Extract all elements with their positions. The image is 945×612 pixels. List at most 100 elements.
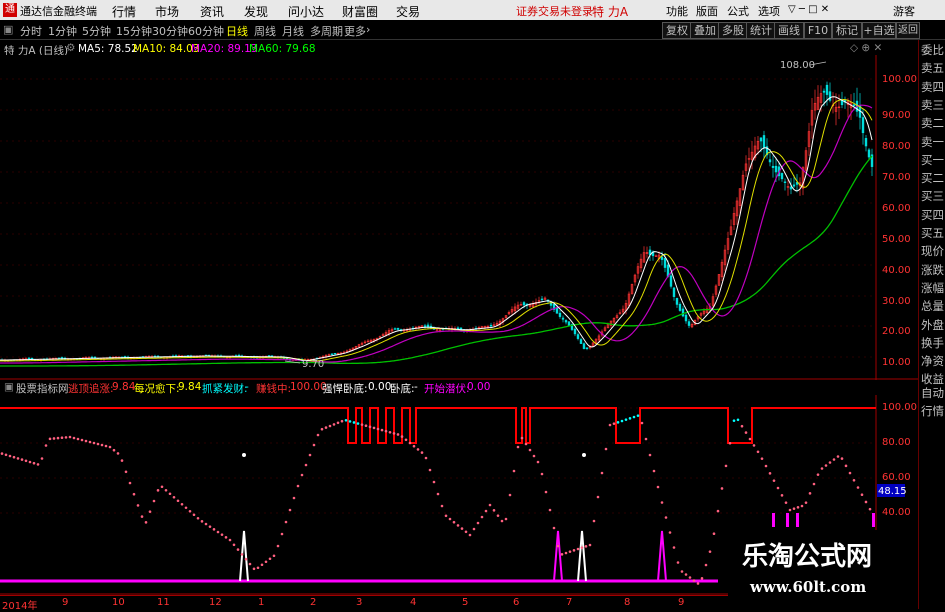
indicator-dot: [224, 536, 228, 539]
menu-wenxiaoda[interactable]: 问小达: [288, 3, 324, 20]
menu-gongshi[interactable]: 公式: [727, 3, 749, 19]
candle-body: [576, 334, 580, 339]
candle-body: [426, 324, 430, 328]
menu-banmian[interactable]: 版面: [696, 3, 718, 19]
period-more[interactable]: 更多: [344, 23, 366, 39]
side-panel-item[interactable]: 买四: [921, 206, 945, 224]
side-panel-item[interactable]: 卖三: [921, 96, 945, 114]
watermark-url: www.60lt.com: [750, 578, 867, 596]
side-panel-item[interactable]: 买五: [921, 224, 945, 242]
indicator-dot: [756, 450, 760, 454]
period-5min[interactable]: 5分钟: [82, 23, 111, 39]
kline-chart[interactable]: 108.00 9.70: [0, 55, 918, 380]
add-watchlist-button[interactable]: +自选: [862, 22, 896, 39]
menu-zixun[interactable]: 资讯: [200, 3, 224, 20]
menu-caifuquan[interactable]: 财富圈: [342, 3, 378, 20]
user-label[interactable]: 游客: [893, 3, 915, 19]
side-panel-item[interactable]: 外盘: [921, 316, 945, 334]
side-panel-item[interactable]: 净资: [921, 352, 945, 370]
period-1min[interactable]: 1分钟: [48, 23, 77, 39]
indicator-dot: [4, 453, 8, 457]
indicator-dot: [700, 577, 704, 580]
side-panel-item[interactable]: 现价: [921, 242, 945, 260]
multi-stock-button[interactable]: 多股: [718, 22, 748, 39]
candle-body: [771, 165, 775, 168]
side-panel-item[interactable]: 换手: [921, 334, 945, 352]
side-panel-item[interactable]: 买二: [921, 169, 945, 187]
side-panel-mode[interactable]: 行情: [921, 402, 945, 420]
period-60min[interactable]: 60分钟: [188, 23, 224, 39]
period-30min[interactable]: 30分钟: [152, 23, 188, 39]
indicator-dot: [576, 547, 580, 551]
side-panel-item[interactable]: 买三: [921, 187, 945, 205]
indicator-toggle-icon[interactable]: ▣: [4, 381, 14, 393]
f10-button[interactable]: F10: [804, 22, 832, 39]
indicator-dot: [840, 457, 844, 460]
date-label: 4: [410, 597, 417, 608]
side-panel-item[interactable]: 涨幅: [921, 279, 945, 297]
side-panel-item[interactable]: 卖五: [921, 59, 945, 77]
indicator-dot: [552, 526, 556, 530]
fuquan-button[interactable]: 复权: [662, 22, 692, 39]
menu-xuanxiang[interactable]: 选项: [758, 3, 780, 19]
chevron-right-icon[interactable]: ›: [366, 23, 370, 36]
date-label: 9: [678, 597, 685, 608]
indicator-name[interactable]: 股票指标网: [16, 381, 69, 396]
indicator-dot: [88, 440, 92, 444]
side-panel-item[interactable]: 总量: [921, 297, 945, 315]
indicator-dot: [536, 460, 540, 464]
period-fenshi[interactable]: 分时: [20, 23, 42, 39]
side-panel-item[interactable]: 卖一: [921, 133, 945, 151]
candle-body: [573, 328, 577, 335]
indicator-dot: [316, 433, 320, 437]
menu-faxian[interactable]: 发现: [244, 3, 268, 20]
indicator-dot: [532, 454, 536, 458]
indicator-dot: [836, 455, 840, 458]
period-weekly[interactable]: 周线: [254, 23, 276, 39]
statistics-button[interactable]: 统计: [746, 22, 776, 39]
indicator-dot: [228, 538, 232, 542]
side-panel-mode[interactable]: 自动: [921, 384, 945, 402]
ma10-label: MA10: 84.03: [133, 43, 200, 55]
chart-tools-icon[interactable]: ◇ ⊕ ✕: [850, 42, 882, 54]
axis-tick: 50.00: [882, 234, 911, 245]
menu-gongneng[interactable]: 功能: [666, 3, 688, 19]
indicator-dot: [804, 501, 808, 504]
period-multi[interactable]: 多周期: [310, 23, 343, 39]
quote-side-panel: 委比 卖五 卖四 卖三 卖二 卖一 买一 买二 买三 买四 买五 现价 涨跌 涨幅 总量 外盘 换手 净资 收益 自动…: [918, 40, 945, 609]
menu-shichang[interactable]: 市场: [155, 3, 179, 20]
side-panel-item[interactable]: 委比: [921, 41, 945, 59]
back-button[interactable]: 返回: [896, 22, 920, 39]
side-panel-item[interactable]: 卖二: [921, 114, 945, 132]
axis-tick: 20.00: [882, 326, 911, 337]
candle-body: [852, 104, 856, 107]
signal-dot: [242, 453, 246, 457]
login-notice[interactable]: 证券交易未登录: [516, 3, 593, 19]
draw-line-button[interactable]: 画线: [774, 22, 804, 39]
settings-icon[interactable]: ⚙: [66, 42, 75, 54]
mark-button[interactable]: 标记: [832, 22, 862, 39]
overlay-button[interactable]: 叠加: [690, 22, 720, 39]
side-panel-item[interactable]: 涨跌: [921, 261, 945, 279]
period-daily[interactable]: 日线: [226, 23, 248, 39]
indicator-dot: [0, 452, 4, 455]
candle-body: [540, 298, 544, 301]
indicator-dot: [764, 464, 768, 468]
menu-jiaoyi[interactable]: 交易: [396, 3, 420, 20]
period-monthly[interactable]: 月线: [282, 23, 304, 39]
window-controls-icon[interactable]: ▽ ─ □ ✕: [788, 4, 829, 15]
indicator-dot: [208, 525, 212, 528]
indicator-dot: [772, 479, 776, 482]
period-15min[interactable]: 15分钟: [116, 23, 152, 39]
indicator-dot: [600, 471, 604, 475]
side-panel-item[interactable]: 卖四: [921, 78, 945, 96]
indicator-dot: [32, 461, 36, 465]
indicator-dot: [736, 418, 740, 422]
side-panel-item[interactable]: 买一: [921, 151, 945, 169]
indicator-dot: [104, 444, 108, 448]
toggle-panel-icon[interactable]: ▣: [3, 23, 13, 36]
indicator-dot: [624, 418, 628, 421]
indicator-dot: [540, 472, 544, 476]
menu-hangqing[interactable]: 行情: [112, 3, 136, 20]
indicator-dot: [360, 423, 364, 426]
